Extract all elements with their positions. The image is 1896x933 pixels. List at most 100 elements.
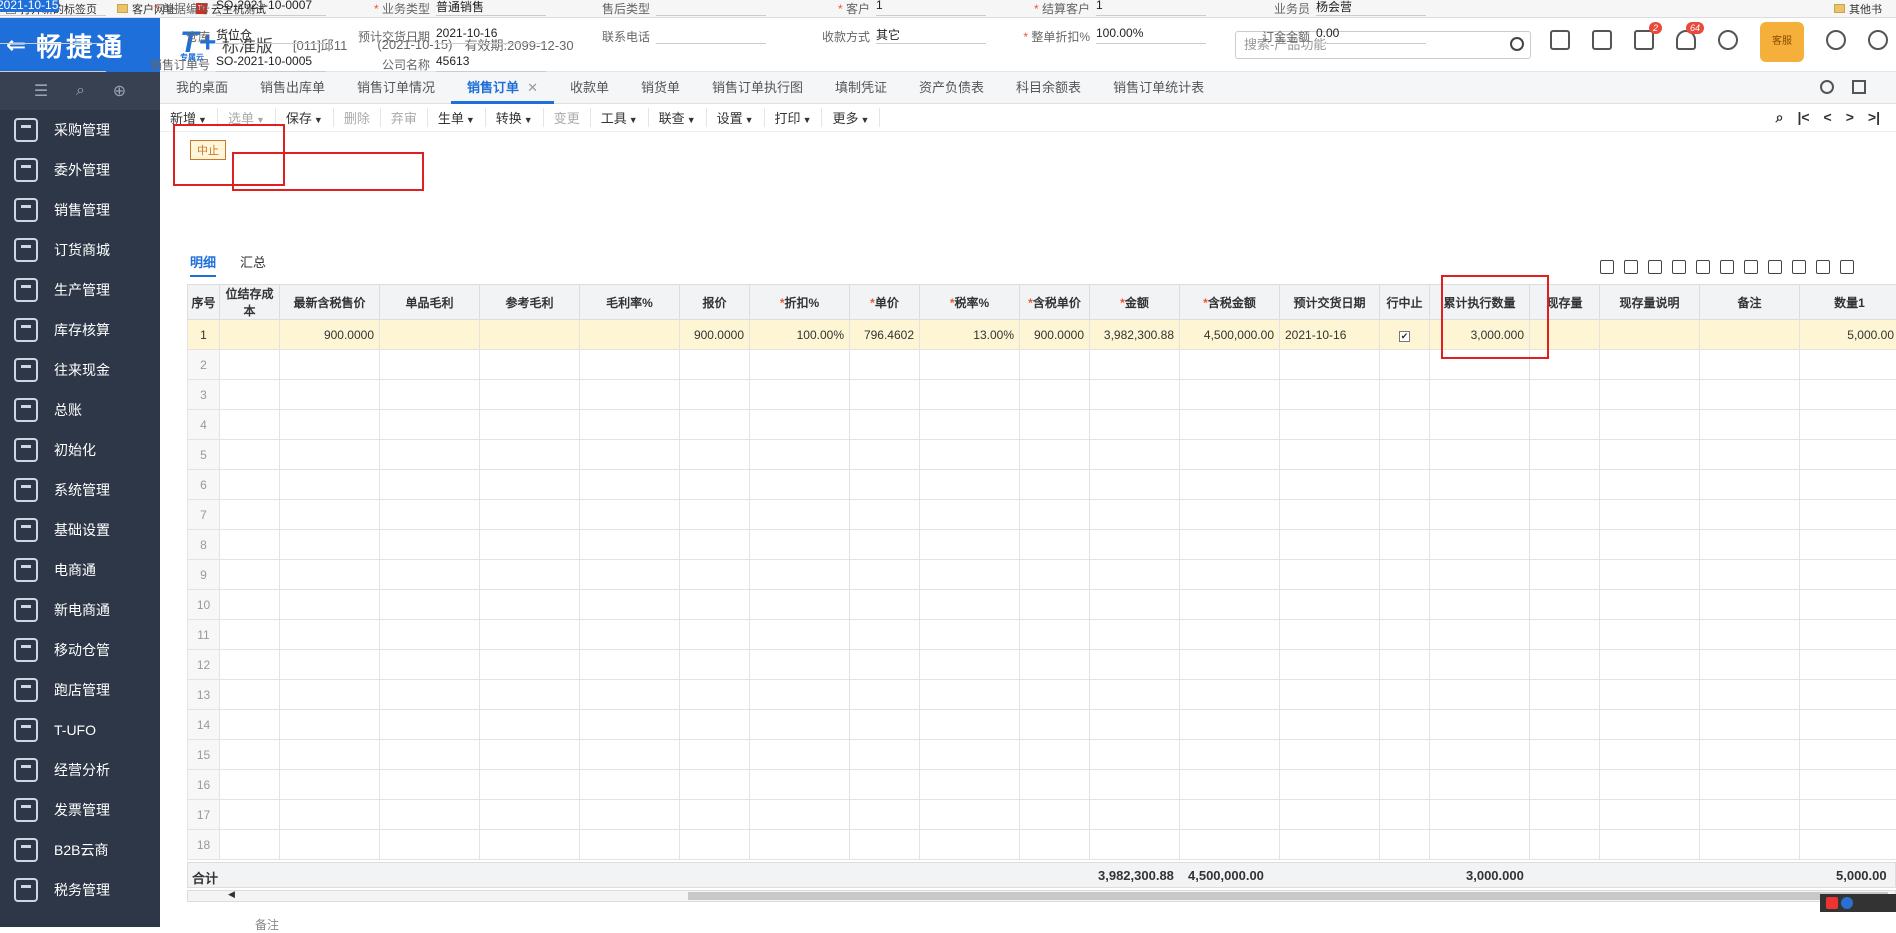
table-cell[interactable] [1180,770,1280,800]
tab-item[interactable]: 收款单 [554,72,625,104]
table-cell[interactable] [1380,590,1430,620]
table-cell[interactable] [1530,560,1600,590]
locate-icon[interactable]: ⌕ [1776,109,1784,126]
table-cell[interactable] [480,710,580,740]
help-icon[interactable] [1841,897,1853,909]
table-cell[interactable] [850,710,920,740]
table-cell[interactable] [680,650,750,680]
table-cell[interactable] [1280,410,1380,440]
project-field[interactable] [0,26,106,44]
table-cell[interactable]: 1 [188,320,220,350]
table-cell[interactable] [1600,500,1700,530]
add-icon[interactable]: ⊕ [113,81,126,101]
locate-icon[interactable] [1600,260,1614,274]
search-icon[interactable] [1510,37,1524,51]
table-cell[interactable] [1430,440,1530,470]
table-cell[interactable] [1800,800,1896,830]
table-cell[interactable] [1600,650,1700,680]
table-cell[interactable] [220,680,280,710]
table-cell[interactable] [1380,530,1430,560]
column-header[interactable]: 位结存成本 [220,285,280,320]
sidebar-item[interactable]: 移动仓管 [0,630,160,670]
table-cell[interactable]: 14 [188,710,220,740]
payment-method-field[interactable]: 其它 [876,26,986,44]
table-cell[interactable] [1800,650,1896,680]
table-cell[interactable] [1600,530,1700,560]
table-cell[interactable] [1800,710,1896,740]
table-cell[interactable] [1180,620,1280,650]
table-cell[interactable] [1700,590,1800,620]
table-cell[interactable] [580,350,680,380]
table-cell[interactable]: 17 [188,800,220,830]
table-cell[interactable] [580,830,680,860]
tab-item[interactable]: 资产负债表 [903,72,1000,104]
table-cell[interactable] [1700,770,1800,800]
table-cell[interactable]: 2021-10-16 [1280,320,1380,350]
table-cell[interactable] [920,440,1020,470]
scroll-left-icon[interactable]: ◀ [228,889,235,900]
table-cell[interactable] [1430,380,1530,410]
sidebar-item[interactable]: 跑店管理 [0,670,160,710]
scan-icon[interactable] [1624,260,1638,274]
table-cell[interactable] [1020,440,1090,470]
table-cell[interactable] [1600,410,1700,440]
table-cell[interactable] [1530,800,1600,830]
table-cell[interactable] [1380,500,1430,530]
table-cell[interactable] [380,440,480,470]
table-cell[interactable] [750,770,850,800]
table-cell[interactable] [280,740,380,770]
table-cell[interactable] [380,770,480,800]
table-cell[interactable] [1180,350,1280,380]
table-cell[interactable] [1090,830,1180,860]
table-cell[interactable] [380,710,480,740]
table-cell[interactable] [1280,650,1380,680]
bookmark-other[interactable]: 其他书 [1834,1,1882,17]
table-cell[interactable] [580,710,680,740]
table-cell[interactable] [280,800,380,830]
table-cell[interactable]: 5 [188,440,220,470]
table-cell[interactable] [1700,500,1800,530]
table-cell[interactable] [1430,680,1530,710]
table-cell[interactable]: 100.00% [750,320,850,350]
table-cell[interactable] [1280,470,1380,500]
sidebar-item[interactable]: 初始化 [0,430,160,470]
table-cell[interactable] [920,620,1020,650]
table-cell[interactable] [1600,380,1700,410]
table-cell[interactable] [1180,830,1280,860]
table-cell[interactable] [220,380,280,410]
sidebar-item[interactable]: 基础设置 [0,510,160,550]
table-cell[interactable] [1280,830,1380,860]
toolbar-button[interactable]: 工具▼ [591,108,649,127]
table-cell[interactable] [1090,380,1180,410]
table-cell[interactable] [1530,590,1600,620]
table-cell[interactable] [1380,830,1430,860]
table-cell[interactable]: 900.0000 [1020,320,1090,350]
table-cell[interactable] [1430,560,1530,590]
table-cell[interactable] [1380,740,1430,770]
table-cell[interactable] [920,500,1020,530]
table-cell[interactable] [750,470,850,500]
table-row[interactable]: 13 [188,680,1896,710]
sidebar-item[interactable]: 采购管理 [0,110,160,150]
table-cell[interactable] [750,710,850,740]
table-cell[interactable] [380,740,480,770]
table-cell[interactable] [1180,440,1280,470]
table-cell[interactable] [380,800,480,830]
table-cell[interactable] [220,320,280,350]
table-cell[interactable] [920,590,1020,620]
table-cell[interactable] [680,380,750,410]
table-cell[interactable] [850,380,920,410]
warehouse-field[interactable]: 货位仓 [216,26,326,44]
table-cell[interactable] [1090,410,1180,440]
tab-detail[interactable]: 明细 [190,252,216,277]
table-cell[interactable] [1090,800,1180,830]
table-cell[interactable] [1530,650,1600,680]
table-cell[interactable] [1600,350,1700,380]
table-cell[interactable] [480,800,580,830]
table-cell[interactable] [1800,380,1896,410]
table-cell[interactable] [1700,740,1800,770]
table-cell[interactable] [280,650,380,680]
table-cell[interactable] [680,440,750,470]
table-cell[interactable] [1430,800,1530,830]
table-cell[interactable] [1020,500,1090,530]
